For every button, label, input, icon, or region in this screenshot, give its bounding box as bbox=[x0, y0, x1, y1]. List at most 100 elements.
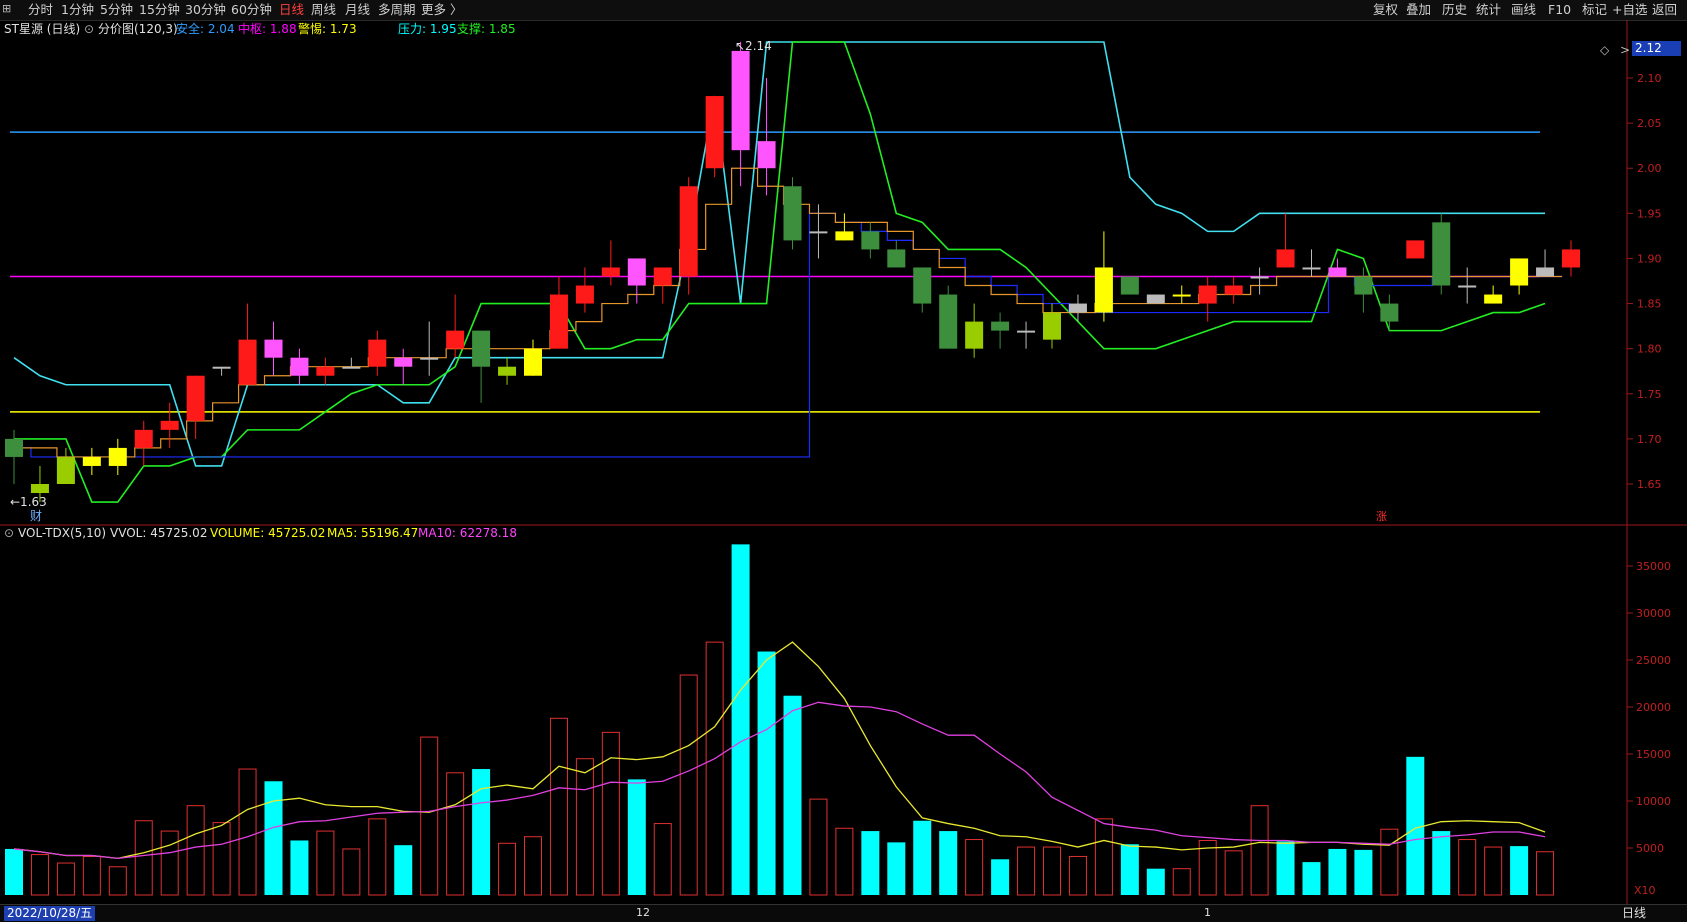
candle-body bbox=[1354, 276, 1373, 295]
grid-menu-icon[interactable]: ⊞ bbox=[2, 3, 16, 15]
toolbar-action-0[interactable]: 复权 bbox=[1373, 2, 1398, 18]
volume-bar bbox=[991, 859, 1010, 895]
volume-bar bbox=[82, 855, 101, 896]
volume-bar bbox=[1172, 868, 1191, 896]
volume-toggle-icon[interactable]: ⊙ bbox=[4, 526, 14, 540]
period-tab-6[interactable]: 日线 bbox=[279, 2, 304, 18]
volume-bar bbox=[549, 717, 568, 896]
candle-body bbox=[238, 339, 257, 385]
period-tab-4[interactable]: 30分钟 bbox=[185, 2, 226, 18]
volume-indicator-name[interactable]: VOL-TDX(5,10) bbox=[18, 526, 106, 540]
volume-bar bbox=[705, 641, 724, 896]
cursor-date: 2022/10/28/五 bbox=[4, 906, 96, 921]
candle-body bbox=[1380, 303, 1399, 322]
volume-bar bbox=[965, 839, 984, 896]
month-tick-1: 1 bbox=[1204, 906, 1211, 919]
candle-body bbox=[1302, 267, 1321, 270]
toolbar-action-2[interactable]: 历史 bbox=[1442, 2, 1467, 18]
period-tab-3[interactable]: 15分钟 bbox=[139, 2, 180, 18]
volume-tick-label: 10000 bbox=[1636, 795, 1671, 808]
toolbar-action-3[interactable]: 统计 bbox=[1476, 2, 1501, 18]
low-price-marker: ←1.63 bbox=[10, 495, 47, 509]
volume-bar bbox=[861, 831, 880, 895]
month-tick-12: 12 bbox=[636, 906, 650, 919]
price-tick-label: 1.80 bbox=[1637, 343, 1662, 356]
toolbar-action-5[interactable]: F10 bbox=[1548, 2, 1571, 18]
candle-body bbox=[342, 366, 361, 369]
safe-label: 安全: 2.04 bbox=[176, 22, 235, 36]
toolbar-action-8[interactable]: 返回 bbox=[1652, 2, 1677, 18]
volume-bar bbox=[1276, 841, 1295, 895]
volume-bar bbox=[1510, 846, 1529, 895]
candle-body bbox=[160, 420, 179, 430]
volume-bar bbox=[1043, 846, 1061, 896]
volume-bar bbox=[627, 779, 646, 895]
volume-bar bbox=[5, 848, 23, 895]
period-toolbar: ⊞ 分时 1分钟 5分钟 15分钟 30分钟 60分钟 日线 周线 月线 多周期 更多 〉 复权 叠加… bbox=[0, 0, 1687, 21]
period-tab-10[interactable]: 更多 〉 bbox=[421, 2, 462, 18]
volume-tick-label: 30000 bbox=[1636, 607, 1671, 620]
candle-body bbox=[731, 50, 750, 151]
period-tab-0[interactable]: 分时 bbox=[28, 2, 53, 18]
toolbar-action-4[interactable]: 画线 bbox=[1511, 2, 1536, 18]
candle-body bbox=[472, 330, 491, 367]
candle-body bbox=[1172, 294, 1191, 297]
toolbar-action-6[interactable]: 标记 bbox=[1582, 2, 1607, 18]
candle-body bbox=[757, 141, 776, 169]
rise-marker: 涨 bbox=[1376, 510, 1387, 523]
blue-step-line bbox=[5, 212, 1563, 458]
volume-bar bbox=[1458, 839, 1477, 896]
candle-body bbox=[1068, 303, 1087, 313]
candle-body bbox=[30, 484, 49, 494]
period-tab-1[interactable]: 1分钟 bbox=[61, 2, 94, 18]
volume-bar bbox=[446, 772, 465, 896]
volume-bar bbox=[575, 758, 594, 896]
stock-name[interactable]: ST星源 (日线) bbox=[4, 22, 80, 36]
current-price-badge: 2.12 bbox=[1632, 41, 1681, 56]
toolbar-action-7[interactable]: +自选 bbox=[1612, 2, 1647, 18]
volume-bar bbox=[1146, 868, 1165, 895]
candle-body bbox=[1458, 285, 1477, 288]
candle-body bbox=[1017, 330, 1036, 333]
price-tick-label: 1.75 bbox=[1637, 388, 1662, 401]
ma10-value: MA10: 62278.18 bbox=[418, 526, 517, 540]
volume-ma10-line bbox=[13, 701, 1546, 859]
candle-body bbox=[575, 285, 594, 304]
volume-bar bbox=[783, 695, 802, 895]
volume-tick-label: 35000 bbox=[1636, 560, 1671, 573]
candle-body bbox=[446, 330, 465, 349]
price-tick-label: 1.90 bbox=[1637, 252, 1662, 265]
period-tab-9[interactable]: 多周期 bbox=[378, 2, 416, 18]
volume-bar bbox=[134, 820, 153, 896]
period-tab-5[interactable]: 60分钟 bbox=[231, 2, 272, 18]
volume-bar bbox=[913, 820, 932, 895]
period-tab-8[interactable]: 月线 bbox=[345, 2, 370, 18]
candle-body bbox=[290, 357, 309, 376]
volume-scale-label: X10 bbox=[1634, 884, 1656, 897]
indicator-toggle-icon[interactable]: ⊙ bbox=[84, 22, 94, 36]
candle-body bbox=[705, 96, 724, 169]
indicator-name[interactable]: 分价图(120,3) bbox=[98, 22, 178, 36]
candle-body bbox=[1484, 294, 1503, 304]
candle-body bbox=[1510, 258, 1529, 286]
timeframe-label[interactable]: 日线 bbox=[1622, 906, 1646, 921]
candle-body bbox=[679, 186, 698, 277]
volume-bar bbox=[394, 845, 413, 895]
candle-body bbox=[56, 456, 75, 484]
toolbar-action-1[interactable]: 叠加 bbox=[1406, 2, 1431, 18]
stock-chart[interactable]: 2.10 2.05 2.00 1.95 1.90 1.85 1.80 1.75 1.70 1.65… bbox=[0, 20, 1687, 904]
ma5-value: MA5: 55196.47 bbox=[327, 526, 419, 540]
volume-tick-label: 20000 bbox=[1636, 701, 1671, 714]
volume-bar bbox=[1380, 828, 1399, 896]
candle-body bbox=[1224, 285, 1243, 295]
alert-label: 警惕: 1.73 bbox=[298, 22, 357, 36]
candle-body bbox=[861, 231, 880, 250]
candle-body bbox=[1250, 276, 1269, 279]
period-tab-2[interactable]: 5分钟 bbox=[100, 2, 133, 18]
period-tab-7[interactable]: 周线 bbox=[311, 2, 336, 18]
volume-bar bbox=[238, 768, 257, 896]
candle-body bbox=[264, 339, 283, 358]
candle-body bbox=[1328, 267, 1347, 277]
volume-bar bbox=[809, 798, 828, 896]
candle-body bbox=[212, 366, 231, 369]
